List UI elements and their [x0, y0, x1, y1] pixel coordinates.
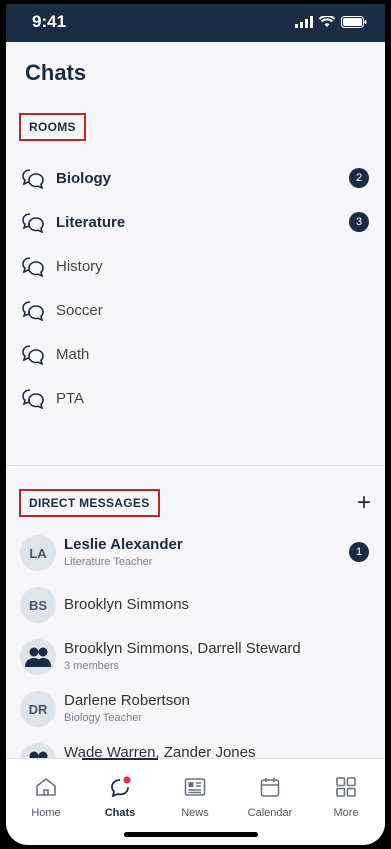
- dm-name: Wade Warren, Zander Jones: [64, 744, 256, 758]
- status-time: 9:41: [32, 12, 67, 31]
- room-chat-icon: [21, 211, 45, 234]
- chat-icon: [111, 776, 131, 798]
- battery-icon: [341, 16, 367, 28]
- new-message-button[interactable]: +: [357, 491, 371, 515]
- dm-name: Brooklyn Simmons: [64, 596, 190, 613]
- dm-subtitle: Literature Teacher: [64, 556, 153, 568]
- dm-name: Brooklyn Simmons, Darrell Steward: [64, 640, 301, 657]
- tab-news-label: News: [181, 807, 209, 819]
- room-chat-icon: [21, 299, 45, 322]
- dm-item[interactable]: Wade Warren, Zander Jones3 members: [6, 736, 385, 758]
- room-item-biology[interactable]: Biology 2: [6, 158, 385, 198]
- unread-badge: 1: [349, 542, 369, 562]
- phone-screen: 9:41 Chats ROOMS Biology 2 Literature 3 Hist…: [6, 4, 385, 845]
- tab-home-label: Home: [31, 807, 61, 819]
- avatar: BS: [20, 587, 56, 623]
- dm-item[interactable]: LA Leslie Alexander Literature Teacher 1: [6, 528, 385, 578]
- avatar: LA: [20, 535, 56, 571]
- room-chat-icon: [21, 167, 45, 190]
- dm-item[interactable]: Brooklyn Simmons, Darrell Steward 3 membe…: [6, 632, 385, 682]
- dm-subtitle: 3 members: [64, 660, 120, 672]
- group-avatar-icon: [20, 743, 56, 758]
- status-bar: 9:41: [6, 4, 385, 42]
- room-label: Biology: [56, 169, 111, 187]
- group-avatar-icon: [20, 639, 56, 675]
- unread-badge: 2: [349, 168, 369, 188]
- home-indicator[interactable]: [124, 832, 258, 837]
- room-chat-icon: [21, 387, 45, 410]
- dm-name: Leslie Alexander: [64, 536, 183, 553]
- room-label: Math: [56, 345, 90, 363]
- room-label: PTA: [56, 389, 85, 407]
- tab-more-label: More: [333, 807, 359, 819]
- signal-icon: [295, 16, 313, 28]
- tab-news[interactable]: News: [159, 759, 231, 829]
- room-item-pta[interactable]: PTA: [6, 378, 385, 418]
- room-label: Literature: [56, 213, 126, 231]
- room-item-soccer[interactable]: Soccer: [6, 290, 385, 330]
- dm-subtitle: Biology Teacher: [64, 712, 143, 724]
- grid-icon: [336, 777, 356, 797]
- dm-name: Darlene Robertson: [64, 692, 190, 709]
- tab-chats-label: Chats: [104, 807, 136, 819]
- avatar: DR: [20, 691, 56, 727]
- dm-item[interactable]: BS Brooklyn Simmons: [6, 580, 385, 630]
- room-item-history[interactable]: History: [6, 246, 385, 286]
- tab-calendar-label: Calendar: [247, 807, 293, 819]
- room-item-literature[interactable]: Literature 3: [6, 202, 385, 242]
- tab-chats[interactable]: Chats: [84, 759, 156, 829]
- room-label: Soccer: [56, 301, 103, 319]
- tab-home[interactable]: Home: [10, 759, 82, 829]
- unread-badge: 3: [349, 212, 369, 232]
- home-icon: [36, 777, 56, 796]
- room-item-math[interactable]: Math: [6, 334, 385, 374]
- calendar-icon: [260, 778, 280, 797]
- page-title: Chats: [25, 60, 87, 85]
- direct-messages-section-header: DIRECT MESSAGES: [19, 489, 160, 517]
- room-chat-icon: [21, 343, 45, 366]
- chats-content: Chats ROOMS Biology 2 Literature 3 History So…: [6, 42, 385, 758]
- rooms-section-header: ROOMS: [19, 113, 86, 141]
- section-divider: [6, 465, 385, 466]
- tab-more[interactable]: More: [310, 759, 382, 829]
- dm-item[interactable]: DR Darlene Robertson Biology Teacher: [6, 684, 385, 734]
- wifi-icon: [319, 16, 335, 27]
- room-label: History: [56, 257, 103, 275]
- room-chat-icon: [21, 255, 45, 278]
- news-icon: [184, 778, 206, 796]
- tab-calendar[interactable]: Calendar: [234, 759, 306, 829]
